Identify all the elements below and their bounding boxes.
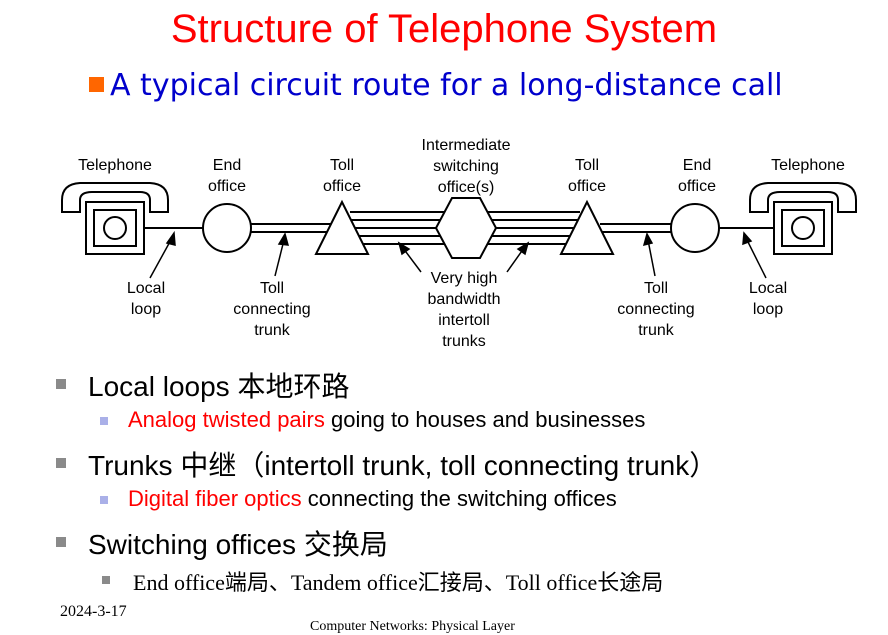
toll-trunk-lines-left [250, 223, 335, 233]
bullet-local-loops-zh: 本地环路 [237, 371, 350, 402]
circuit-route-diagram: Telephone End office Toll office Interme… [61, 137, 857, 350]
telephone-right-icon [749, 182, 857, 255]
sub-bullet-digital-highlight: Digital fiber optics [128, 486, 302, 511]
slide-subtitle: A typical circuit route for a long-dista… [89, 68, 783, 104]
label-intermediate-1: Intermediate [422, 137, 511, 154]
bullet-trunks-paren: intertoll trunk, toll connecting trunk [264, 450, 690, 481]
toll-trunk-lines-right [600, 223, 672, 233]
label-intertoll-3: intertoll [438, 312, 490, 329]
sub-bullet-digital: Digital fiber optics connecting the swit… [128, 486, 617, 512]
bullet-local-loops-en: Local loops [88, 371, 230, 402]
label-end-office-right-2: office [678, 178, 716, 195]
bullet-trunks: Trunks 中继（intertoll trunk, toll connecti… [88, 444, 717, 484]
label-toll-trunk-right-3: trunk [638, 322, 675, 339]
label-toll-trunk-right-1: Toll [644, 280, 668, 297]
bullet-square-icon [56, 379, 66, 389]
label-telephone-right: Telephone [771, 157, 845, 174]
label-toll-office-right-2: office [568, 178, 606, 195]
end-office-right-node [670, 203, 720, 253]
label-intertoll-4: trunks [442, 333, 486, 350]
label-intermediate-2: switching [433, 158, 499, 175]
label-end-office-right-1: End [683, 157, 711, 174]
bullet-trunks-zh: 中继（ [180, 450, 265, 481]
label-telephone-left: Telephone [78, 157, 152, 174]
label-toll-trunk-left-1: Toll [260, 280, 284, 297]
label-intertoll-2: bandwidth [428, 291, 501, 308]
sub-bullet-analog: Analog twisted pairs going to houses and… [128, 407, 645, 433]
label-toll-trunk-left-2: connecting [233, 301, 310, 318]
bullet-square-icon [56, 537, 66, 547]
sub-bullet-offices: End office端局、Tandem office汇接局、Toll offic… [133, 570, 664, 595]
sub-bullet-square-icon [100, 496, 108, 504]
square-bullet-icon [89, 77, 104, 92]
subtitle-text: A typical circuit route for a long-dista… [110, 68, 783, 103]
sub-bullet-square-icon [102, 576, 110, 584]
bullet-switching-zh: 交换局 [303, 529, 388, 560]
label-toll-office-left-2: office [323, 178, 361, 195]
sub-bullet-square-icon [100, 417, 108, 425]
slide-footer: Computer Networks: Physical Layer [310, 619, 515, 634]
sub-bullet-analog-highlight: Analog twisted pairs [128, 407, 325, 432]
bullet-square-icon [56, 458, 66, 468]
label-end-office-left-2: office [208, 178, 246, 195]
label-intertoll-1: Very high [431, 270, 498, 287]
slide-date: 2024-3-17 [60, 603, 127, 620]
bullet-switching-en: Switching offices [88, 529, 297, 560]
label-toll-trunk-left-3: trunk [254, 322, 291, 339]
bullet-trunks-close: ） [689, 450, 718, 481]
sub-bullet-digital-rest: connecting the switching offices [301, 486, 617, 511]
label-toll-office-right-1: Toll [575, 157, 599, 174]
label-local-loop-right-1: Local [749, 280, 787, 297]
label-local-loop-right-2: loop [753, 301, 783, 318]
bullet-switching-offices: Switching offices 交换局 [88, 523, 388, 563]
sub-bullet-analog-rest: going to houses and businesses [324, 407, 646, 432]
intermediate-office-node [434, 197, 498, 259]
label-local-loop-left-2: loop [131, 301, 161, 318]
label-toll-trunk-right-2: connecting [617, 301, 694, 318]
bullet-trunks-en: Trunks [88, 450, 173, 481]
label-toll-office-left-1: Toll [330, 157, 354, 174]
bullet-local-loops: Local loops 本地环路 [88, 365, 349, 405]
label-end-office-left-1: End [213, 157, 241, 174]
label-intermediate-3: office(s) [438, 179, 495, 196]
slide-title: Structure of Telephone System [170, 7, 718, 51]
end-office-left-node [202, 203, 252, 253]
telephone-left-icon [61, 182, 169, 255]
label-local-loop-left-1: Local [127, 280, 165, 297]
